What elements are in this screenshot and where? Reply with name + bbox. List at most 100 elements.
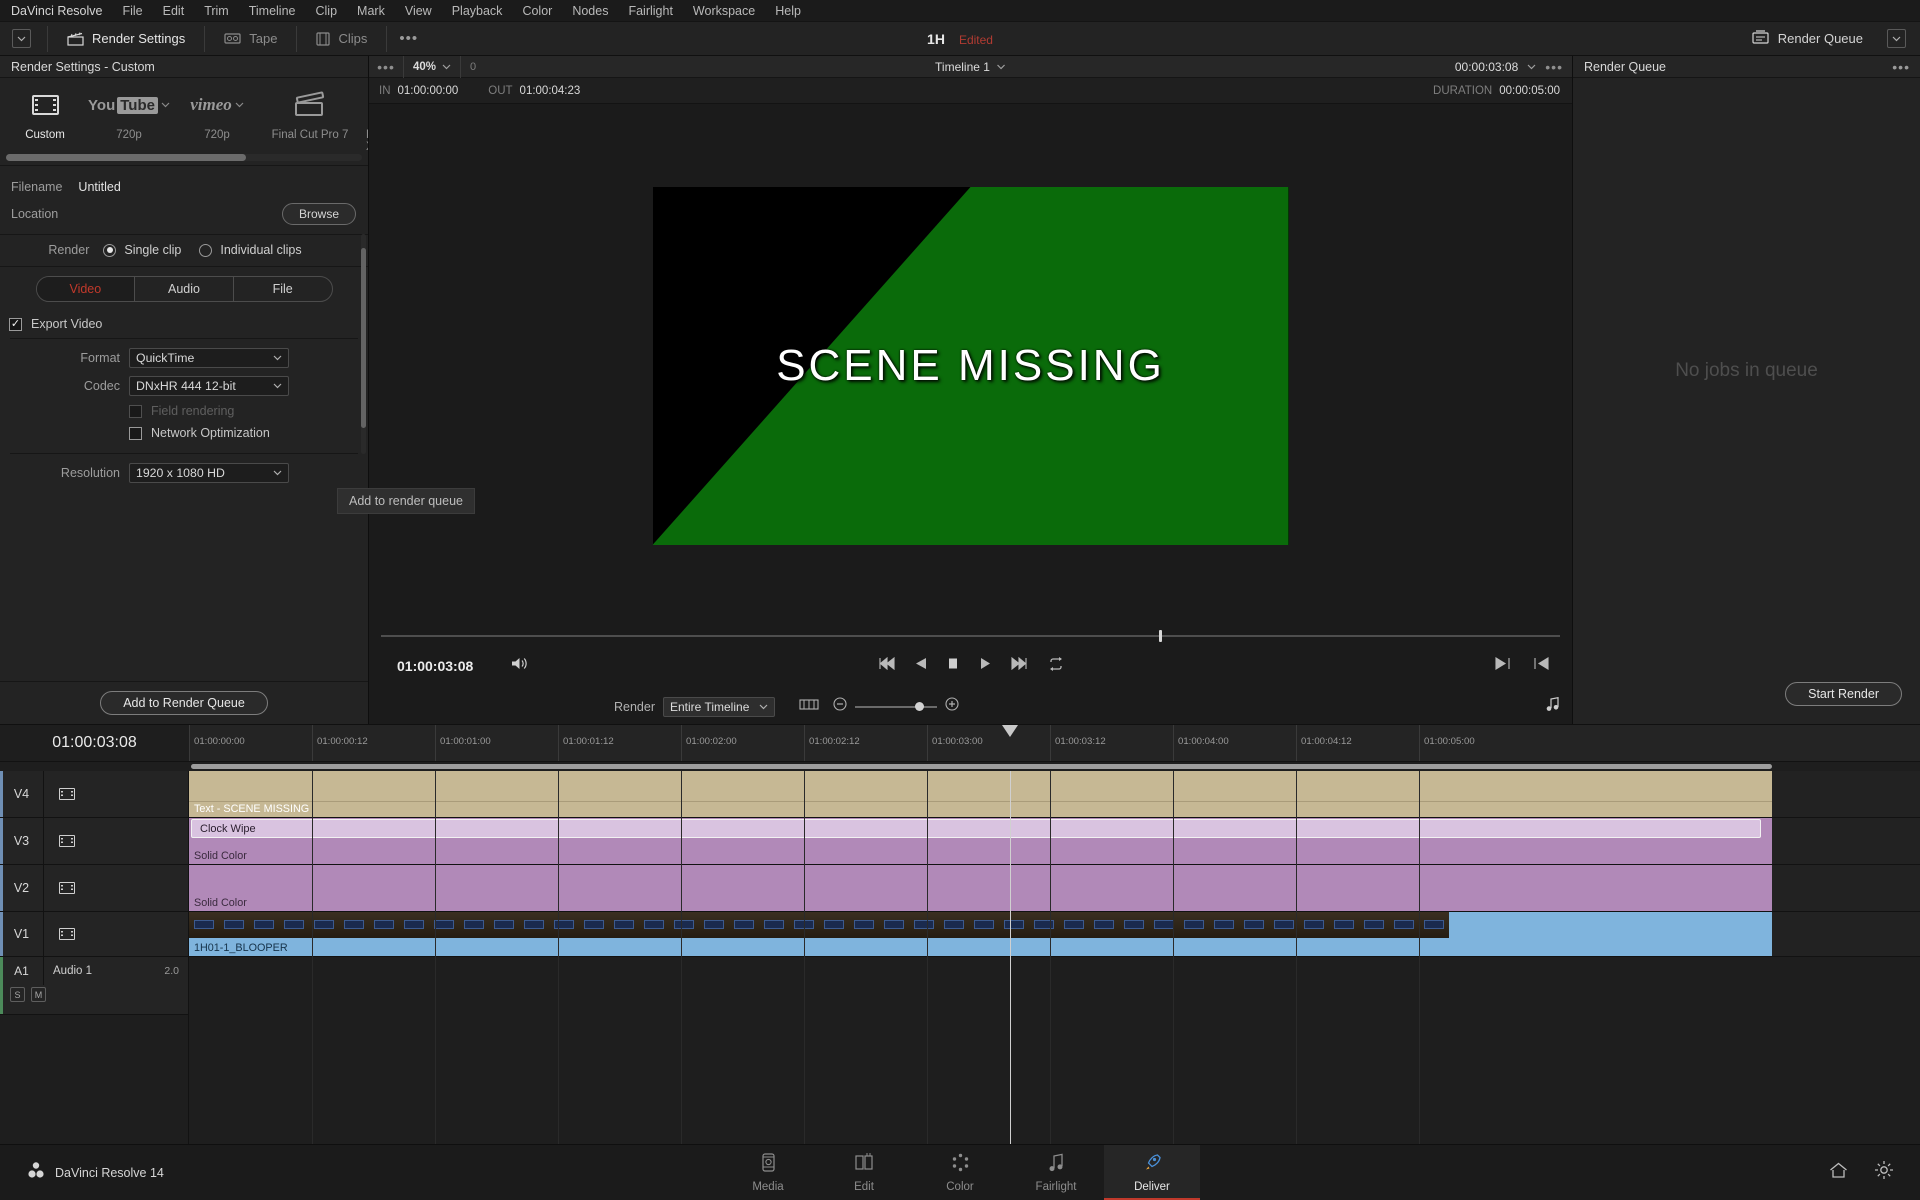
filename-value[interactable]: Untitled xyxy=(78,180,120,194)
format-select[interactable]: QuickTime xyxy=(129,348,289,368)
jump-to-start-button[interactable] xyxy=(878,656,895,675)
preset-custom[interactable]: Custom xyxy=(12,90,78,141)
nav-media[interactable]: Media xyxy=(720,1145,816,1200)
clip-solid-color-v2[interactable]: Solid Color xyxy=(189,865,1772,911)
start-render-button[interactable]: Start Render xyxy=(1785,682,1902,706)
tab-clips[interactable]: Clips xyxy=(299,22,384,55)
panel-toggle-button[interactable] xyxy=(12,29,31,48)
radio-individual-clips[interactable] xyxy=(199,243,213,257)
menu-item-nodes[interactable]: Nodes xyxy=(562,0,618,22)
zoom-in-icon[interactable] xyxy=(945,697,959,716)
video-track-icon[interactable] xyxy=(59,835,75,847)
video-track-icon[interactable] xyxy=(59,788,75,800)
zoom-out-icon[interactable] xyxy=(833,697,847,716)
timeline-playhead[interactable] xyxy=(1010,771,1011,1144)
transition-clock-wipe[interactable]: Clock Wipe xyxy=(191,819,1761,838)
home-icon[interactable] xyxy=(1829,1162,1848,1184)
add-to-render-queue-button[interactable]: Add to Render Queue xyxy=(100,691,268,715)
nav-edit[interactable]: Edit xyxy=(816,1145,912,1200)
render-range-select[interactable]: Entire Timeline xyxy=(663,696,775,717)
menu-item-workspace[interactable]: Workspace xyxy=(683,0,765,22)
track-lane-v4[interactable]: Text - SCENE MISSING xyxy=(189,771,1920,818)
menu-item-color[interactable]: Color xyxy=(512,0,562,22)
clip-text-scene-missing[interactable]: Text - SCENE MISSING xyxy=(189,771,1772,817)
preset-final-cut-pro-7[interactable]: Final Cut Pro 7 xyxy=(268,90,352,141)
network-optimization-checkbox[interactable] xyxy=(129,426,142,440)
clip-blooper-video[interactable]: 1H01-1_BLOOPER xyxy=(189,912,1772,956)
next-marker-button[interactable] xyxy=(1494,657,1511,675)
video-track-icon[interactable] xyxy=(59,882,75,894)
filmstrip-view-icon[interactable] xyxy=(799,698,819,716)
browse-button[interactable]: Browse xyxy=(281,202,356,225)
viewer-scrubber[interactable] xyxy=(369,628,1572,644)
menu-item-clip[interactable]: Clip xyxy=(306,0,348,22)
track-header-a1[interactable]: A1 Audio 1 2.0 S M xyxy=(0,957,188,1015)
track-lane-v3[interactable]: Solid Color Clock Wipe xyxy=(189,818,1920,865)
menu-item-timeline[interactable]: Timeline xyxy=(239,0,306,22)
menu-item-playback[interactable]: Playback xyxy=(442,0,513,22)
zoom-slider-knob[interactable] xyxy=(915,701,924,711)
tab-video[interactable]: Video xyxy=(36,277,135,301)
preset-scrollbar[interactable] xyxy=(0,150,368,165)
track-lane-v2[interactable]: Solid Color xyxy=(189,865,1920,912)
viewer-more-button[interactable]: ••• xyxy=(1545,59,1563,75)
video-frame[interactable]: SCENE MISSING xyxy=(652,187,1289,545)
timeline-horizontal-scrollbar[interactable] xyxy=(189,762,1920,771)
timeline-zoom-slider[interactable] xyxy=(833,697,959,716)
speaker-icon[interactable] xyxy=(473,656,528,676)
track-lane-v1[interactable]: 1H01-1_BLOOPER xyxy=(189,912,1920,957)
nav-color[interactable]: Color xyxy=(912,1145,1008,1200)
resolution-select[interactable]: 1920 x 1080 HD xyxy=(129,463,289,483)
viewer-options-button[interactable]: ••• xyxy=(369,59,403,75)
stop-button[interactable] xyxy=(947,657,959,675)
audio-meter-icon[interactable] xyxy=(1546,696,1572,717)
settings-gear-icon[interactable] xyxy=(1874,1160,1894,1185)
menu-item-fairlight[interactable]: Fairlight xyxy=(618,0,682,22)
viewer-timeline-select[interactable]: Timeline 1 xyxy=(935,60,1006,74)
settings-scrollbar[interactable] xyxy=(361,234,366,454)
menu-item-mark[interactable]: Mark xyxy=(347,0,395,22)
track-header-v2[interactable]: V2 xyxy=(0,865,188,912)
radio-single-clip[interactable] xyxy=(103,243,117,257)
preset-vimeo[interactable]: vimeo 720p xyxy=(180,90,254,141)
tab-file[interactable]: File xyxy=(232,277,332,301)
in-value[interactable]: 01:00:00:00 xyxy=(391,85,459,97)
render-queue-options-button[interactable]: ••• xyxy=(1892,56,1910,78)
render-queue-button[interactable]: Render Queue xyxy=(1738,30,1877,47)
play-reverse-button[interactable] xyxy=(915,657,927,675)
scrubber-playhead[interactable] xyxy=(1159,630,1163,642)
play-button[interactable] xyxy=(979,657,991,675)
menu-item-file[interactable]: File xyxy=(112,0,152,22)
loop-button[interactable] xyxy=(1048,656,1064,676)
preset-youtube[interactable]: You Tube 720p xyxy=(88,90,170,141)
track-header-v4[interactable]: V4 xyxy=(0,771,188,818)
export-video-row[interactable]: Export Video xyxy=(0,312,368,338)
track-header-v1[interactable]: V1 xyxy=(0,912,188,957)
preset-premiere-xml[interactable]: Pr Premiere XML xyxy=(366,90,368,150)
options-dots-button[interactable]: ••• xyxy=(389,30,428,47)
mute-button[interactable]: M xyxy=(31,987,46,1002)
menu-item-edit[interactable]: Edit xyxy=(153,0,195,22)
tab-tape[interactable]: Tape xyxy=(207,22,294,55)
timeline-playhead-marker[interactable] xyxy=(1002,725,1018,737)
prev-marker-button[interactable] xyxy=(1533,657,1550,675)
preset-scrollbar-thumb[interactable] xyxy=(6,154,246,161)
video-track-icon[interactable] xyxy=(59,928,75,940)
track-header-v3[interactable]: V3 xyxy=(0,818,188,865)
tab-render-settings[interactable]: Render Settings xyxy=(50,22,202,55)
nav-deliver[interactable]: Deliver xyxy=(1104,1144,1200,1200)
codec-select[interactable]: DNxHR 444 12-bit xyxy=(129,376,289,396)
right-panel-toggle-button[interactable] xyxy=(1887,29,1906,48)
jump-to-end-button[interactable] xyxy=(1010,656,1028,675)
menu-item-davinci-resolve[interactable]: DaVinci Resolve xyxy=(9,0,112,22)
tab-audio[interactable]: Audio xyxy=(134,277,233,301)
nav-fairlight[interactable]: Fairlight xyxy=(1008,1145,1104,1200)
viewer-zoom-select[interactable]: 40% xyxy=(404,61,460,73)
menu-item-view[interactable]: View xyxy=(395,0,442,22)
solo-button[interactable]: S xyxy=(10,987,25,1002)
out-value[interactable]: 01:00:04:23 xyxy=(513,85,581,97)
chevron-down-icon[interactable] xyxy=(1527,64,1536,70)
timeline-ruler[interactable]: 01:00:00:00 01:00:00:12 01:00:01:00 01:0… xyxy=(189,725,1920,761)
export-video-checkbox[interactable] xyxy=(9,317,22,331)
menu-item-trim[interactable]: Trim xyxy=(194,0,239,22)
